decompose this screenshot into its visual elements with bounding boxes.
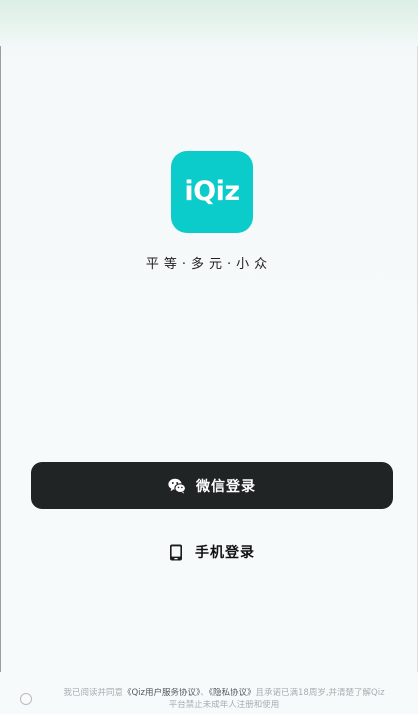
phone-login-button[interactable]: 手机登录 — [31, 537, 393, 567]
agreement-prefix: 我已阅读并同意 — [63, 688, 123, 698]
logo-text: iQiz — [184, 175, 240, 207]
tagline: 平等·多元·小众 — [145, 257, 273, 272]
agreement-line-1: 我已阅读并同意《Qiz用户服务协议》、《隐私协议》且承诺已满18周岁,并清楚了解… — [42, 688, 406, 700]
phone-login-label: 手机登录 — [195, 545, 255, 561]
agreement-section: 我已阅读并同意《Qiz用户服务协议》、《隐私协议》且承诺已满18周岁,并清楚了解… — [16, 688, 412, 712]
agreement-text: 我已阅读并同意《Qiz用户服务协议》、《隐私协议》且承诺已满18周岁,并清楚了解… — [42, 688, 406, 711]
phone-icon — [169, 544, 183, 561]
agreement-suffix: 且承诺已满18周岁,并清楚了解Qiz — [255, 688, 385, 698]
agreement-checkbox[interactable] — [20, 693, 32, 705]
wechat-icon — [168, 478, 186, 494]
user-agreement-link[interactable]: 《Qiz用户服务协议》 — [123, 688, 200, 698]
agreement-separator: 、 — [200, 688, 209, 698]
left-divider — [0, 46, 1, 672]
agreement-line-2: 平台禁止未成年人注册和使用 — [168, 699, 280, 710]
wechat-login-button[interactable]: 微信登录 — [31, 462, 393, 509]
login-screen: iQiz 平等·多元·小众 微信登录 手机登录 我已阅读并同意《Qiz用户服务协… — [0, 0, 418, 714]
wechat-login-label: 微信登录 — [196, 478, 256, 495]
app-logo: iQiz — [171, 151, 253, 233]
status-bar-area — [0, 0, 418, 46]
privacy-policy-link[interactable]: 《隐私协议》 — [209, 688, 256, 698]
